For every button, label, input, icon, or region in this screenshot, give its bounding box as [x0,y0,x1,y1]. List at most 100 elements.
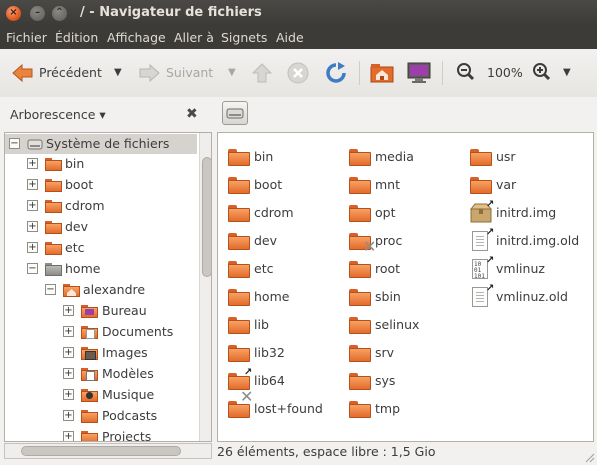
tree-expander[interactable]: + [63,410,74,421]
file-name: mnt [375,177,400,192]
tree-row-cdrom[interactable]: + cdrom [5,196,197,216]
tree-expander[interactable]: + [63,431,74,441]
tree-horizontal-scrollbar[interactable] [4,443,212,459]
back-arrow-icon [12,63,33,83]
file-name: var [496,177,517,192]
tree-expander[interactable]: − [45,284,56,295]
tree-expander[interactable]: − [27,263,38,274]
tree-row-systeme[interactable]: − Système de fichiers [5,134,197,154]
tree-label: cdrom [65,198,105,213]
tree-row-etc[interactable]: + etc [5,238,197,258]
tree-row-bureau[interactable]: + Bureau [5,301,197,321]
tree-label: home [65,261,101,276]
tree-vertical-scrollbar[interactable] [199,133,211,441]
tree-expander[interactable]: + [63,368,74,379]
stop-icon[interactable] [287,62,309,84]
file-name: usr [496,149,516,164]
menu-affichage[interactable]: Affichage [107,30,166,45]
forward-label: Suivant [166,65,214,80]
up-arrow-icon[interactable] [251,62,273,84]
zoom-in-icon[interactable] [533,62,551,84]
file-name: media [375,149,414,164]
tree-row-images[interactable]: + Images [5,343,197,363]
folder-icon [349,401,371,418]
tree-expander[interactable]: − [9,138,20,149]
tree-expander[interactable]: + [27,179,38,190]
path-root-button[interactable] [222,101,248,125]
menu-aller[interactable]: Aller à [174,30,214,45]
tree-row-documents[interactable]: + Documents [5,322,197,342]
tree-row-dev[interactable]: + dev [5,217,197,237]
tree-label: etc [65,240,85,255]
tree-expander[interactable]: + [27,221,38,232]
menu-aide[interactable]: Aide [276,30,304,45]
home-folder-icon[interactable] [370,62,394,84]
tree-pane[interactable]: − Système de fichiers + bin + boot + cdr… [4,132,212,442]
symlink-arrow-icon: ↗ [486,199,495,210]
tree-expander[interactable]: + [63,389,74,400]
zoom-level[interactable]: 100% [487,62,523,84]
symlink-arrow-icon: ↗ [244,367,253,378]
file-name: cdrom [254,205,294,220]
templates-folder-icon [81,368,98,381]
tree-expander[interactable]: + [63,305,74,316]
file-name: sys [375,373,396,388]
sidebar-type-selector[interactable]: Arborescence ▾ [10,107,106,122]
folder-icon [349,149,371,166]
tree-label: Podcasts [102,408,158,423]
file-name: dev [254,233,278,248]
file-name: sbin [375,289,401,304]
window-minimize-button[interactable]: – [30,6,45,21]
folder-gray-icon [45,263,62,276]
tree-expander[interactable]: + [27,200,38,211]
window-maximize-button[interactable]: ⌃ [52,6,67,21]
folder-icon [45,221,62,234]
folder-icon [81,410,98,423]
tree-row-bin[interactable]: + bin [5,154,197,174]
zoom-out-icon[interactable] [457,62,475,84]
tree-row-home[interactable]: − home [5,259,197,279]
folder-icon [349,317,371,334]
status-bar-text: 26 éléments, espace libre : 1,5 Gio [217,444,436,459]
tree-hscroll-thumb[interactable] [21,446,181,456]
forward-button[interactable]: Suivant [138,62,228,84]
sidebar-type-label: Arborescence [10,107,96,122]
tree-expander[interactable]: + [27,158,38,169]
computer-icon[interactable] [407,62,431,84]
close-sidebar-icon[interactable]: ✖ [186,106,198,122]
window-close-button[interactable]: × [6,6,21,21]
tree-row-projects[interactable]: + Projects [5,427,197,441]
tree-row-podcasts[interactable]: + Podcasts [5,406,197,426]
tree-row-modeles[interactable]: + Modèles [5,364,197,384]
documents-folder-icon [81,326,98,339]
forward-history-dropdown[interactable]: ▼ [228,62,236,84]
tree-label: Bureau [102,303,147,318]
tree-expander[interactable]: + [27,242,38,253]
file-icon-view[interactable]: bin boot cdrom dev etc home lib lib32 ↗ … [217,132,594,442]
back-button[interactable]: Précédent [10,62,105,84]
menu-bar: Fichier Édition Affichage Aller à Signet… [0,27,597,49]
folder-icon [349,261,371,278]
menu-fichier[interactable]: Fichier [6,30,47,45]
file-name: selinux [375,317,420,332]
tree-label: Musique [102,387,155,402]
tree-row-musique[interactable]: + Musique [5,385,197,405]
tree-scroll-thumb[interactable] [202,157,211,277]
file-name: etc [254,261,274,276]
tree-label: Images [102,345,148,360]
folder-icon [349,177,371,194]
resize-grip-icon[interactable] [583,451,595,463]
tree-expander[interactable]: + [63,326,74,337]
menu-signets[interactable]: Signets [221,30,267,45]
file-name: lost+found [254,401,323,416]
tree-expander[interactable]: + [63,347,74,358]
file-name: proc [375,233,403,248]
zoom-dropdown[interactable]: ▼ [563,62,571,84]
back-history-dropdown[interactable]: ▼ [114,62,122,84]
tree-row-alexandre[interactable]: − alexandre [5,280,197,300]
folder-icon [45,242,62,255]
tree-row-boot[interactable]: + boot [5,175,197,195]
file-name: home [254,289,290,304]
menu-edition[interactable]: Édition [55,30,98,45]
reload-icon[interactable] [324,62,348,84]
